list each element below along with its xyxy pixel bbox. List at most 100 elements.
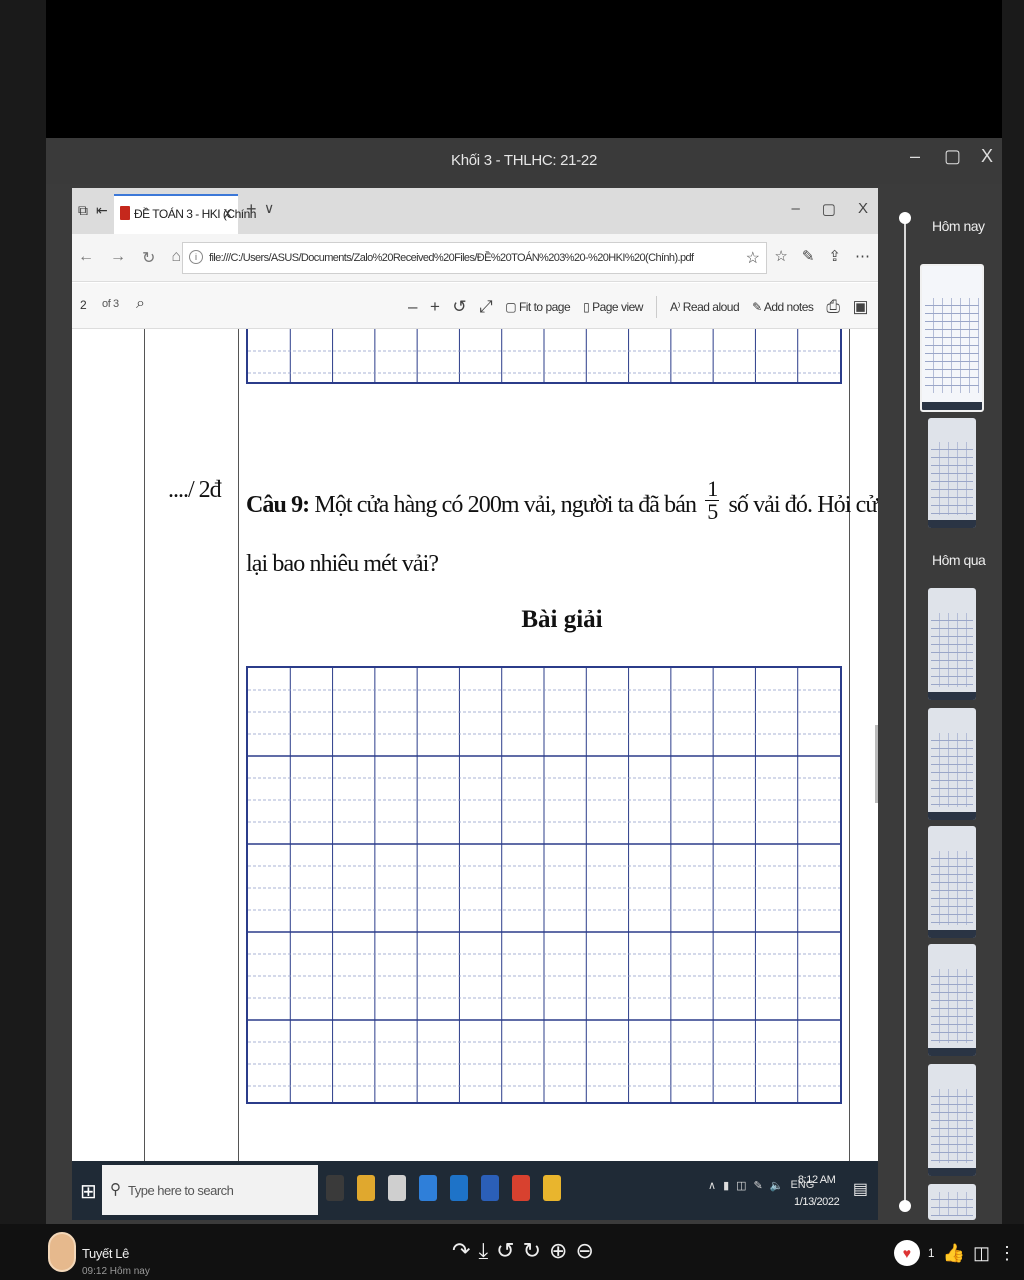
save-icon[interactable]: ▣ (853, 297, 869, 317)
edge-icon[interactable] (419, 1175, 437, 1201)
search-icon: ⚲ (110, 1181, 121, 1198)
rotate-icon[interactable]: ↺ (452, 297, 466, 317)
add-notes-button[interactable]: ✎ Add notes (752, 300, 814, 314)
thumbnail[interactable] (928, 826, 976, 938)
download-icon[interactable]: ⤓ (478, 1238, 488, 1264)
task-view-icon[interactable] (326, 1175, 344, 1201)
zoom-in-button[interactable]: + (430, 297, 440, 317)
thumbnail[interactable] (928, 418, 976, 528)
browser-window-controls: – ▢ X (791, 200, 868, 218)
layout-icon[interactable]: ◫ (973, 1243, 990, 1264)
margin-line (144, 329, 145, 1161)
browser-maximize-button[interactable]: ▢ (822, 200, 836, 218)
thumbnail-taskbar (928, 1048, 976, 1056)
new-tab-button[interactable]: + (246, 199, 257, 220)
thumbnail[interactable] (928, 1064, 976, 1176)
network-icon[interactable]: ◫ (736, 1179, 746, 1192)
url-text[interactable]: file:///C:/Users/ASUS/Documents/Zalo%20R… (209, 252, 694, 264)
favorite-star-icon[interactable]: ☆ (746, 248, 760, 268)
zoom-in-icon[interactable]: ⊕ (549, 1238, 567, 1264)
thumbnail-grid (931, 850, 973, 925)
address-bar-row: ← → ↻ ⌂ i file:///C:/Users/ASUS/Document… (72, 234, 878, 282)
browser-window: ⧉ ⇤ ĐỀ TOÁN 3 - HKI (Chính X + ∨ – ▢ X ←… (72, 188, 878, 1220)
refresh-icon[interactable]: ↻ (142, 248, 155, 268)
browser-minimize-button[interactable]: – (791, 200, 799, 218)
bottom-bar: Tuyết Lê 09:12 Hôm nay ↷ ⤓ ↺ ↻ ⊕ ⊖ ♥ 1 👍… (0, 1224, 1024, 1280)
back-arrow-icon[interactable]: ← (78, 248, 94, 268)
more-vertical-icon[interactable]: ⋮ (998, 1243, 1016, 1264)
search-icon[interactable]: ⌕ (136, 295, 145, 313)
avatar[interactable] (48, 1232, 76, 1272)
address-bar[interactable]: i file:///C:/Users/ASUS/Documents/Zalo%2… (182, 242, 767, 274)
thumbnail-taskbar (928, 520, 976, 528)
thumbnail[interactable] (928, 708, 976, 820)
viewer-scrollbar[interactable] (875, 725, 878, 803)
file-explorer-icon[interactable] (357, 1175, 375, 1201)
grid-lines (248, 668, 840, 1102)
notification-icon[interactable]: ▤ (853, 1179, 868, 1199)
info-icon[interactable]: i (189, 250, 203, 264)
zoom-out-icon[interactable]: ⊖ (575, 1238, 593, 1264)
tab-menu-chevron-icon[interactable]: ∨ (264, 200, 274, 217)
rotate-left-icon[interactable]: ↺ (496, 1238, 514, 1264)
thumbnail[interactable] (928, 1184, 976, 1220)
heart-reaction-icon[interactable]: ♥ (893, 1240, 920, 1266)
set-aside-tabs-icon[interactable]: ⇤ (96, 202, 108, 219)
page-number-input[interactable]: 2 (80, 298, 87, 312)
top-blank-area (46, 0, 1002, 138)
read-aloud-icon: A⁾ (669, 300, 683, 314)
minimize-button[interactable]: – (908, 146, 922, 167)
answer-grid-previous (246, 329, 842, 384)
question-line-2: lại bao nhiêu mét vải? (246, 551, 439, 577)
fraction-numerator: 1 (705, 476, 720, 501)
fullscreen-icon[interactable]: ⤢ (479, 297, 493, 317)
zoom-out-button[interactable]: – (408, 297, 417, 317)
thumbnail-grid (931, 968, 973, 1043)
grid-lines (248, 329, 840, 382)
fit-to-page-button[interactable]: ▢ Fit to page (505, 300, 570, 314)
share-icon[interactable]: ⇪ (828, 247, 841, 265)
tray-expand-icon[interactable]: ∧ (708, 1179, 716, 1192)
tab-close-icon[interactable]: X (223, 206, 232, 221)
chrome-icon[interactable] (543, 1175, 561, 1201)
mail-icon[interactable] (450, 1175, 468, 1201)
coccoc-icon[interactable] (512, 1175, 530, 1201)
page-view-button[interactable]: ▯ Page view (583, 300, 643, 314)
home-icon[interactable]: ⌂ (171, 248, 181, 268)
viewer-titlebar: Khối 3 - THLHC: 21-22 – ▢ X (46, 138, 1002, 184)
print-icon[interactable]: ⎙ (826, 297, 840, 317)
thumbnail-taskbar (928, 1168, 976, 1176)
tab-actions: ⧉ ⇤ (78, 202, 108, 219)
solution-title-row: Bài giải (72, 606, 878, 634)
tab-pdf[interactable]: ĐỀ TOÁN 3 - HKI (Chính X (114, 194, 256, 234)
pen-icon[interactable]: ✎ (754, 1179, 763, 1192)
thumbnail[interactable] (928, 944, 976, 1056)
pdf-toolbar: 2 of 3 ⌕ – + ↺ ⤢ ▢ Fit to page ▯ Page vi… (72, 283, 878, 329)
more-icon[interactable]: ⋯ (855, 247, 870, 265)
thumbnail[interactable] (928, 588, 976, 700)
read-aloud-button[interactable]: A⁾ Read aloud (669, 300, 740, 314)
image-tools: ↷ ⤓ ↺ ↻ ⊕ ⊖ (452, 1238, 594, 1264)
close-button[interactable]: X (980, 146, 994, 167)
volume-icon[interactable]: 🔈 (770, 1179, 784, 1192)
clock[interactable]: 8:12 AM 1/13/2022 (794, 1169, 840, 1213)
battery-icon[interactable]: ▮ (723, 1179, 729, 1192)
rotate-right-icon[interactable]: ↻ (523, 1238, 541, 1264)
clock-time: 8:12 AM (797, 1174, 836, 1186)
like-icon[interactable]: 👍 (943, 1243, 965, 1264)
word-icon[interactable] (481, 1175, 499, 1201)
taskbar-search-box[interactable]: ⚲ Type here to search (102, 1165, 318, 1215)
thumbnail-taskbar (928, 930, 976, 938)
favorites-icon[interactable]: ☆ (774, 247, 787, 265)
timeline-start-dot (899, 212, 911, 224)
thumbnail-active[interactable] (920, 264, 984, 412)
thumbnail-grid (931, 1191, 973, 1216)
tab-groups-icon[interactable]: ⧉ (78, 202, 88, 219)
store-icon[interactable] (388, 1175, 406, 1201)
browser-close-button[interactable]: X (858, 200, 868, 218)
forward-arrow-icon[interactable]: → (110, 248, 126, 268)
maximize-button[interactable]: ▢ (944, 146, 961, 167)
windows-start-icon[interactable]: ⊞ (80, 1179, 97, 1204)
pen-icon[interactable]: ✎ (802, 247, 815, 265)
share-arrow-icon[interactable]: ↷ (452, 1238, 470, 1264)
